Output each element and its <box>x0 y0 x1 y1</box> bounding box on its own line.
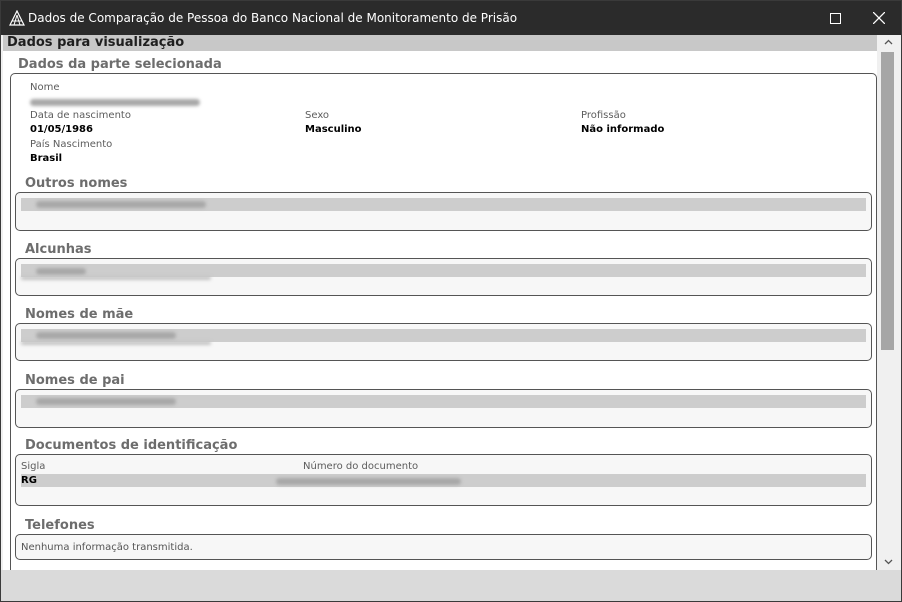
documents-row-sigla: RG <box>21 475 37 486</box>
documents-col-numero: Número do documento <box>303 461 419 472</box>
name-label: Nome <box>30 82 60 93</box>
phones-title: Telefones <box>25 518 95 533</box>
father-names-title: Nomes de pai <box>25 373 125 388</box>
mother-names-value-redacted <box>36 332 176 339</box>
nicknames-title: Alcunhas <box>25 242 92 257</box>
section-header: Dados para visualização <box>3 35 877 51</box>
documents-row-numero-redacted <box>276 478 461 485</box>
mother-names-title: Nomes de mãe <box>25 307 134 322</box>
father-names-value-redacted <box>36 398 176 405</box>
sex-label: Sexo <box>305 110 330 121</box>
window-title: Dados de Comparação de Pessoa do Banco N… <box>28 11 518 25</box>
birth-country-value: Brasil <box>30 153 63 164</box>
maximize-icon <box>829 12 841 24</box>
dialog-window: Dados de Comparação de Pessoa do Banco N… <box>0 0 902 602</box>
vertical-scrollbar[interactable] <box>879 35 897 570</box>
phones-empty-message: Nenhuma informação transmitida. <box>21 542 193 553</box>
profession-value: Não informado <box>581 124 665 135</box>
mother-names-value-redacted-2 <box>21 341 211 345</box>
birth-date-value: 01/05/1986 <box>30 124 93 135</box>
selected-party-panel: Nome Data de nascimento 01/05/1986 Sexo … <box>10 73 877 570</box>
content-area[interactable]: Dados para visualização Dados da parte s… <box>3 35 877 570</box>
birth-date-label: Data de nascimento <box>30 110 131 121</box>
birth-country-label: País Nascimento <box>30 139 113 150</box>
scroll-down-icon <box>884 559 892 565</box>
close-icon <box>873 12 885 24</box>
phones-panel: Nenhuma informação transmitida. <box>15 534 872 560</box>
dialog-footer <box>1 570 901 601</box>
other-names-panel <box>15 192 872 231</box>
app-logo-icon <box>9 10 25 26</box>
scroll-thumb[interactable] <box>881 52 894 350</box>
nicknames-value-redacted <box>36 268 86 275</box>
father-names-panel <box>15 389 872 428</box>
section-header-title: Dados para visualização <box>7 35 185 50</box>
maximize-button[interactable] <box>813 1 857 35</box>
mother-names-panel <box>15 323 872 361</box>
documents-title: Documentos de identificação <box>25 438 238 453</box>
selected-party-title: Dados da parte selecionada <box>18 57 222 72</box>
documents-col-sigla: Sigla <box>21 461 46 472</box>
other-names-title: Outros nomes <box>25 176 128 191</box>
title-bar: Dados de Comparação de Pessoa do Banco N… <box>1 1 901 35</box>
scroll-up-button[interactable] <box>879 35 897 49</box>
profession-label: Profissão <box>581 110 626 121</box>
other-names-value-redacted <box>36 201 206 208</box>
scroll-down-button[interactable] <box>879 555 897 569</box>
documents-panel: Sigla Número do documento RG <box>15 454 872 506</box>
sex-value: Masculino <box>305 124 362 135</box>
nicknames-value-redacted-2 <box>21 276 211 280</box>
nicknames-panel <box>15 258 872 296</box>
name-value-redacted <box>30 99 200 106</box>
close-button[interactable] <box>857 1 901 35</box>
scroll-up-icon <box>884 39 892 45</box>
